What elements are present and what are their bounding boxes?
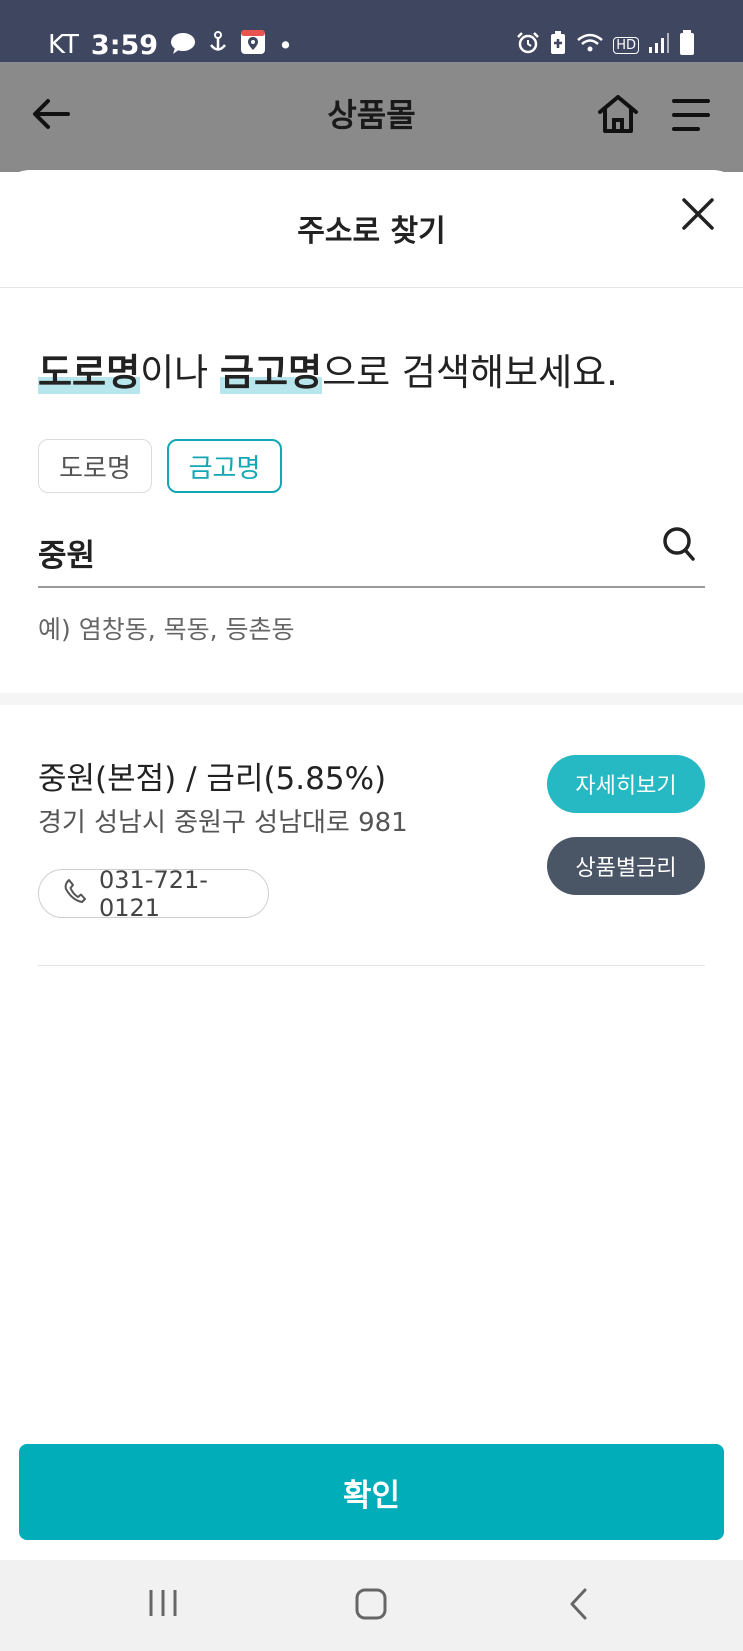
search-input[interactable]: 중원: [38, 530, 95, 575]
view-details-button[interactable]: 자세히보기: [547, 755, 705, 813]
hamburger-menu-icon[interactable]: [672, 98, 710, 136]
notification-dot: •: [278, 30, 293, 60]
phone-icon: [63, 878, 87, 910]
branch-name: 중원(본점) / 금리(5.85%): [38, 761, 387, 797]
app-bar: 상품몰: [0, 62, 743, 172]
search-underline: [38, 586, 705, 588]
headline-highlight-road: 도로명: [38, 351, 141, 394]
sheet-title: 주소로 찾기: [297, 214, 446, 249]
carrier-label: KT: [48, 30, 79, 60]
headline-text-1: 이나: [140, 351, 220, 394]
hd-volte-icon: HD: [613, 36, 639, 54]
confirm-button[interactable]: 확인: [19, 1444, 724, 1540]
search-guide-headline: 도로명이나 금고명으로 검색해보세요.: [38, 342, 618, 396]
battery-icon: [679, 30, 695, 60]
nav-home-icon[interactable]: [354, 1587, 388, 1625]
status-right: HD: [516, 30, 695, 60]
chip-bank-name[interactable]: 금고명: [167, 439, 282, 493]
map-app-icon: [240, 29, 266, 61]
phone-button[interactable]: 031-721-0121: [38, 866, 269, 922]
close-icon[interactable]: [680, 196, 716, 236]
result-divider: [38, 965, 705, 966]
battery-saver-icon: [549, 31, 567, 59]
signal-icon: [648, 32, 670, 58]
branch-address: 경기 성남시 중원구 성남대로 981: [38, 808, 408, 838]
alarm-icon: [516, 31, 540, 59]
sheet-divider: [0, 287, 743, 288]
wifi-icon: [576, 32, 604, 58]
chat-bubble-icon: [170, 31, 196, 60]
home-icon[interactable]: [596, 92, 640, 140]
clock-time: 3:59: [90, 29, 159, 61]
headline-text-2: 으로 검색해보세요.: [322, 351, 618, 394]
status-bar: KT 3:59 • HD: [0, 0, 743, 62]
nav-back-icon[interactable]: [568, 1587, 590, 1625]
address-search-sheet: 주소로 찾기 도로명이나 금고명으로 검색해보세요. 도로명 금고명 중원 예)…: [0, 170, 743, 1560]
system-nav-bar: [0, 1560, 743, 1651]
section-separator: [0, 693, 743, 705]
recent-apps-icon[interactable]: [146, 1588, 180, 1622]
chip-road-name[interactable]: 도로명: [38, 439, 152, 493]
anchor-notification-icon: [208, 30, 228, 60]
product-rates-button[interactable]: 상품별금리: [547, 837, 705, 895]
status-left: KT 3:59 •: [48, 28, 293, 62]
search-icon[interactable]: [662, 526, 696, 566]
phone-number: 031-721-0121: [99, 865, 208, 922]
headline-highlight-bank: 금고명: [219, 351, 323, 394]
search-example-hint: 예) 염창동, 목동, 등촌동: [38, 615, 295, 644]
